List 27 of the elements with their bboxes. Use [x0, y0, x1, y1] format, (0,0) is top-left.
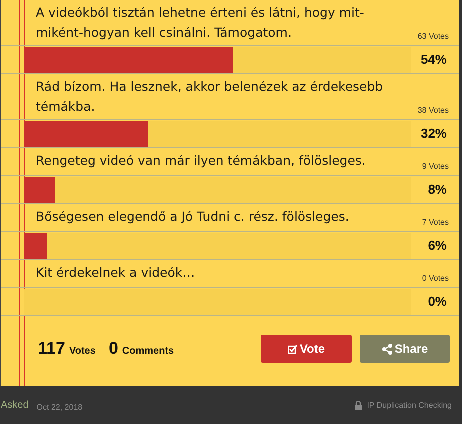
vote-count: 9 Votes — [422, 162, 449, 171]
asked-label: Asked — [1, 400, 29, 410]
checkbox-icon — [288, 344, 298, 354]
percentage: 0% — [427, 294, 448, 309]
vote-count: 38 Votes — [418, 106, 449, 115]
comment-count: 0 — [108, 339, 118, 359]
percentage: 6% — [427, 238, 448, 253]
option-text: Kit érdekelnek a videók… — [36, 264, 196, 282]
option-text: Rád bízom. Ha lesznek, akkor belenézek az érdekesebb témákba. — [36, 78, 384, 116]
percentage: 8% — [427, 182, 448, 197]
vote-count: 0 Votes — [422, 274, 449, 283]
vote-count: 7 Votes — [422, 218, 449, 227]
option-text: A videókból tisztán lehetne érteni és látni, hogy mit-miként-hogyan kell csinálni. Támogatom. — [36, 4, 366, 42]
share-button[interactable]: Share — [360, 335, 450, 363]
option-text: Rengeteg videó van már ilyen témákban, fölösleges. — [36, 152, 367, 170]
comments-label: Comments — [122, 346, 174, 357]
option-text: Bőségesen elegendő a Jó Tudni c. rész. fölösleges. — [36, 208, 350, 226]
vote-count: 63 Votes — [418, 32, 449, 41]
vote-total: 117 — [38, 339, 66, 359]
share-icon — [382, 344, 393, 354]
ip-check-text: IP Duplication Checking — [367, 400, 452, 410]
vote-button[interactable]: Vote — [261, 335, 352, 363]
votes-label: Votes — [69, 346, 96, 357]
percentage: 32% — [420, 126, 448, 141]
date-text: Oct 22, 2018 — [36, 402, 83, 412]
lock-icon — [355, 400, 362, 410]
percentage: 54% — [420, 52, 448, 67]
